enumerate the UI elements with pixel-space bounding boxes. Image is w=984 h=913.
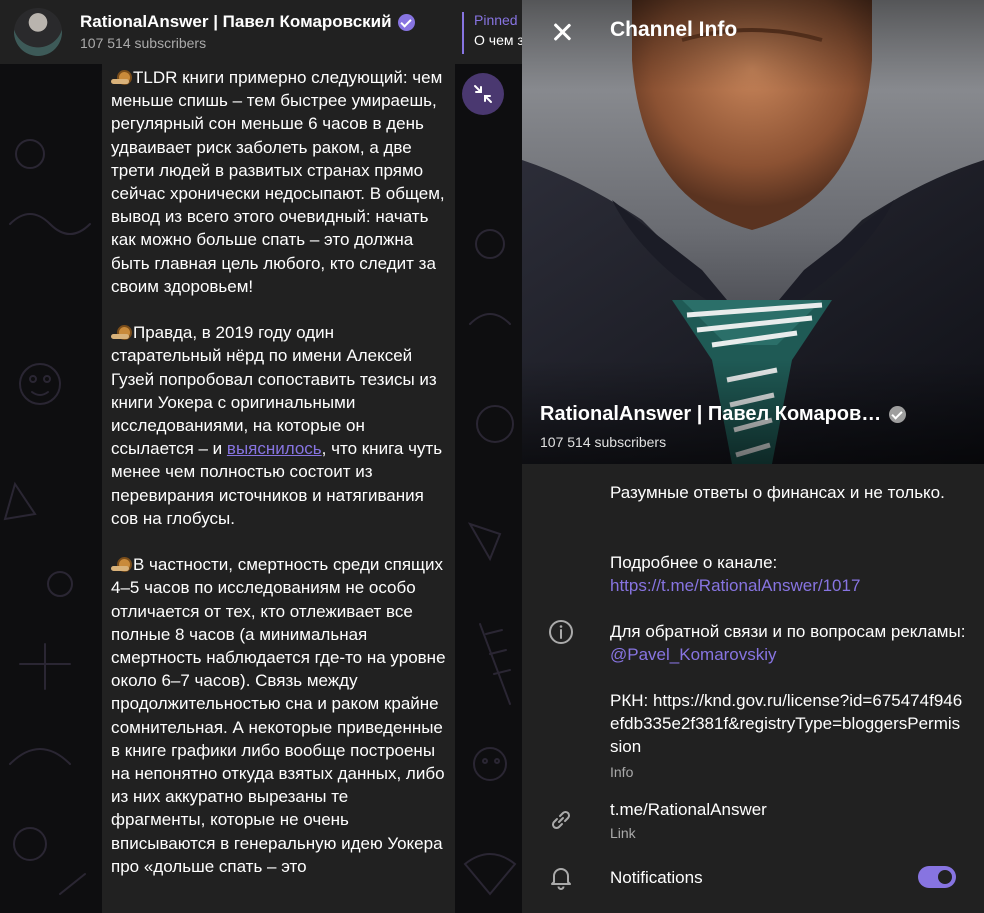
contact-block: Для обратной связи и по вопросам рекламы…	[610, 620, 966, 666]
snail-emoji-icon	[111, 557, 132, 573]
channel-name-text: RationalAnswer | Павел Комаров…	[540, 403, 882, 425]
chat-title: RationalAnswer | Павел Комаровский	[80, 12, 415, 32]
snail-emoji-icon	[111, 70, 132, 85]
link-caption: Link	[610, 825, 636, 841]
paragraph-text: В частности, смертность среди спящих 4–5…	[111, 555, 446, 876]
collapse-arrows-icon[interactable]	[462, 73, 504, 115]
more-link[interactable]: https://t.me/RationalAnswer/1017	[610, 574, 966, 597]
channel-name: RationalAnswer | Павел Комаров…	[540, 403, 907, 426]
message-paragraph: В частности, смертность среди спящих 4–5…	[111, 553, 446, 878]
chat-panel: RationalAnswer | Павел Комаровский 107 5…	[0, 0, 522, 913]
snail-emoji-icon	[111, 325, 132, 341]
message-bubble: TLDR книги примерно следующий: чем меньш…	[102, 64, 455, 913]
link-icon	[551, 810, 571, 830]
chat-header[interactable]: RationalAnswer | Павел Комаровский 107 5…	[0, 0, 522, 64]
pinned-message[interactable]: Pinned О чем з	[462, 12, 522, 54]
rkn-text[interactable]: РКН: https://knd.gov.ru/license?id=67547…	[610, 689, 966, 758]
info-icon	[549, 620, 573, 644]
channel-description[interactable]: Разумные ответы о финансах и не только.	[610, 481, 966, 504]
message-link[interactable]: выяснилось	[227, 439, 322, 458]
close-icon[interactable]	[548, 18, 576, 46]
link-value[interactable]: t.me/RationalAnswer	[610, 798, 966, 821]
channel-avatar[interactable]	[14, 8, 62, 56]
chat-subscriber-count: 107 514 subscribers	[80, 35, 207, 51]
channel-cover-photo: Channel Info RationalAnswer | Павел Кома…	[522, 0, 984, 464]
bell-icon	[551, 868, 571, 890]
verified-badge-icon	[889, 406, 907, 423]
channel-more-block: Подробнее о канале: https://t.me/Rationa…	[610, 551, 966, 597]
paragraph-text: TLDR книги примерно следующий: чем меньш…	[111, 68, 445, 296]
paragraph-text: Правда, в 2019 году один старательный нё…	[111, 323, 437, 459]
message-paragraph: Правда, в 2019 году один старательный нё…	[111, 321, 446, 530]
pinned-label: Pinned	[474, 12, 518, 28]
pinned-text: О чем з	[474, 32, 522, 48]
more-label: Подробнее о канале:	[610, 553, 778, 572]
chat-title-text: RationalAnswer | Павел Комаровский	[80, 12, 392, 31]
notifications-toggle[interactable]	[918, 866, 956, 888]
channel-subscriber-count: 107 514 subscribers	[540, 434, 667, 450]
message-paragraph: TLDR книги примерно следующий: чем меньш…	[111, 66, 446, 298]
verified-badge-icon	[397, 13, 415, 31]
notifications-label: Notifications	[610, 868, 703, 887]
contact-handle-link[interactable]: @Pavel_Komarovskiy	[610, 645, 777, 664]
panel-title: Channel Info	[610, 18, 738, 41]
contact-text: Для обратной связи и по вопросам рекламы…	[610, 622, 966, 641]
info-caption: Info	[610, 764, 634, 780]
channel-info-panel: Channel Info RationalAnswer | Павел Кома…	[522, 0, 984, 913]
